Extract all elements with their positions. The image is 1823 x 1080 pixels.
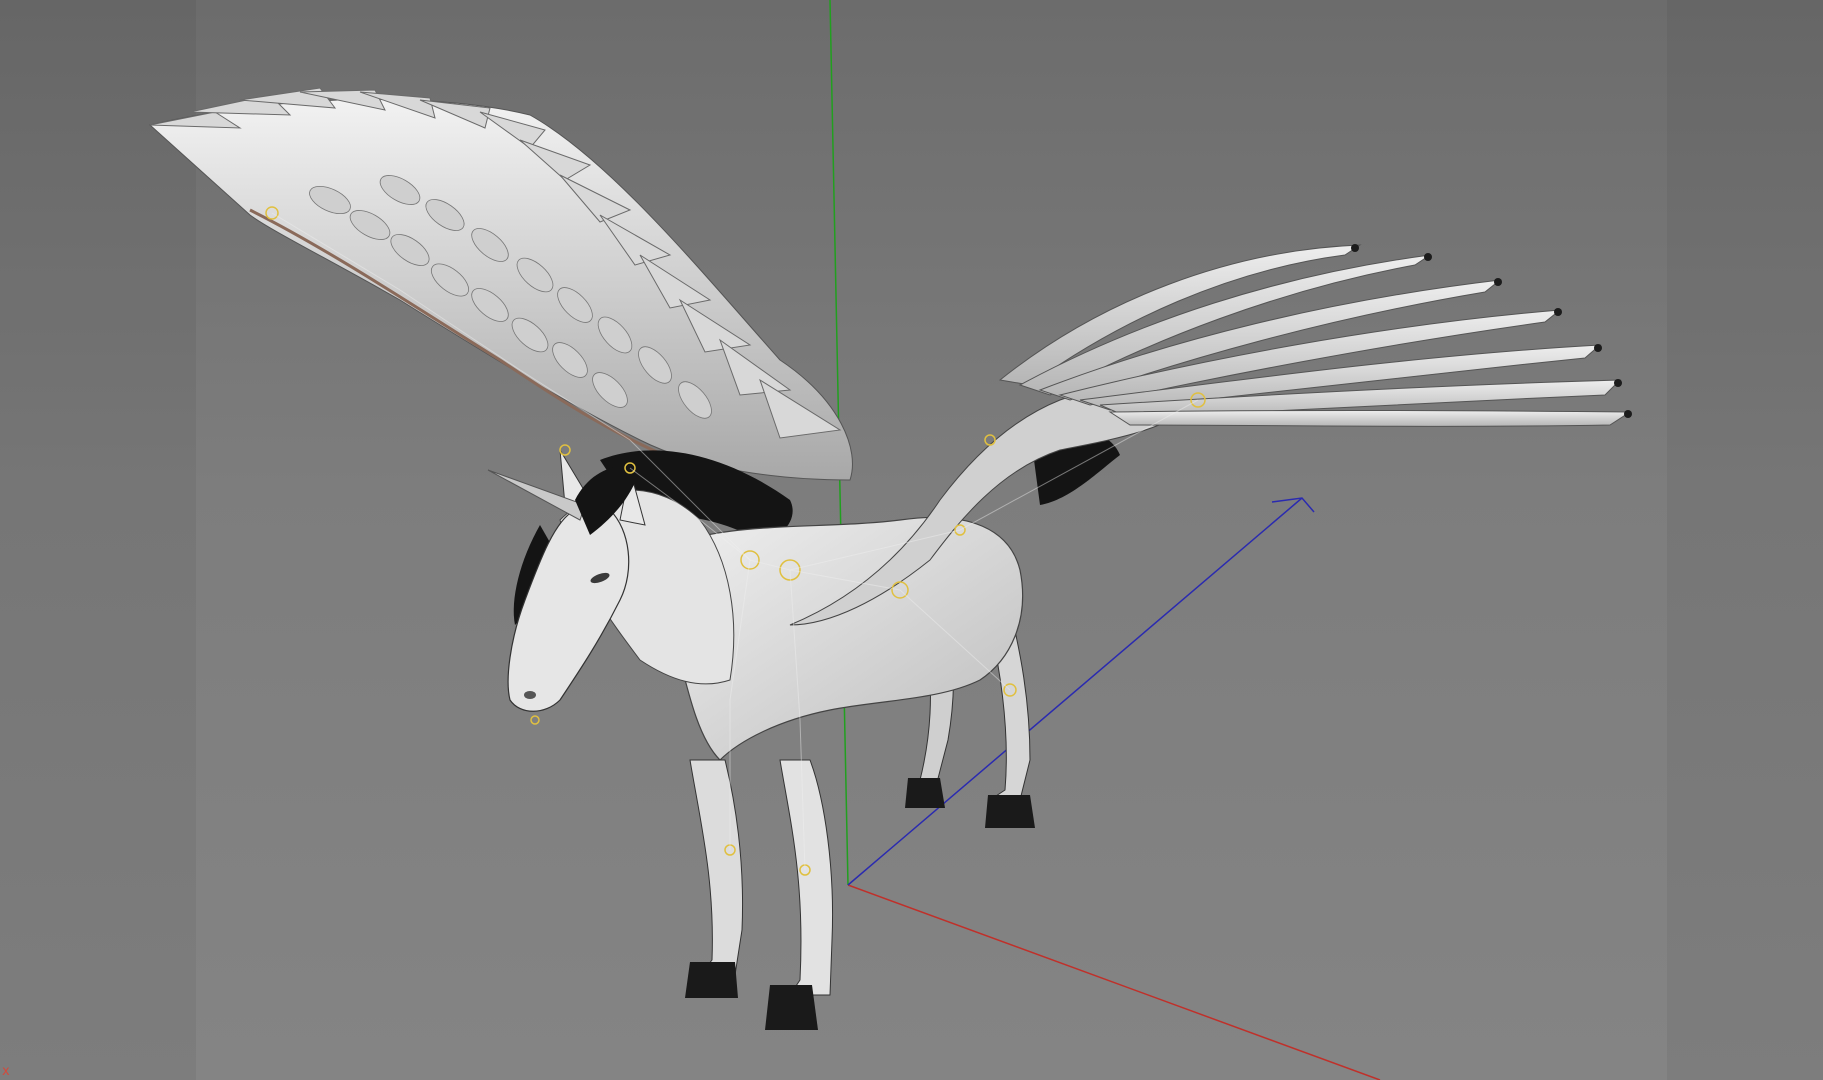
right-wing-feathers	[998, 244, 1632, 427]
front-hoof-right	[765, 985, 818, 1030]
hind-hoof-right	[985, 795, 1035, 828]
rig-joint-icon[interactable]	[530, 715, 540, 725]
axis-label-x: x	[2, 1064, 10, 1079]
front-leg-left	[689, 759, 744, 976]
left-wing-membrane	[148, 98, 853, 481]
scene-canvas[interactable]	[0, 0, 1823, 1080]
front-legs[interactable]	[685, 759, 834, 1030]
rig-joint-icon[interactable]	[559, 444, 571, 456]
left-wing[interactable]	[148, 87, 853, 481]
head	[507, 509, 630, 712]
front-leg-right	[779, 759, 834, 996]
x-axis-line	[847, 884, 1381, 1080]
hind-hoof-left	[905, 778, 945, 808]
nostril	[524, 691, 536, 699]
rig-joint-icon[interactable]	[984, 434, 996, 446]
right-wing[interactable]	[789, 244, 1632, 626]
3d-viewport[interactable]: x	[0, 0, 1823, 1080]
front-hoof-left	[685, 962, 738, 998]
